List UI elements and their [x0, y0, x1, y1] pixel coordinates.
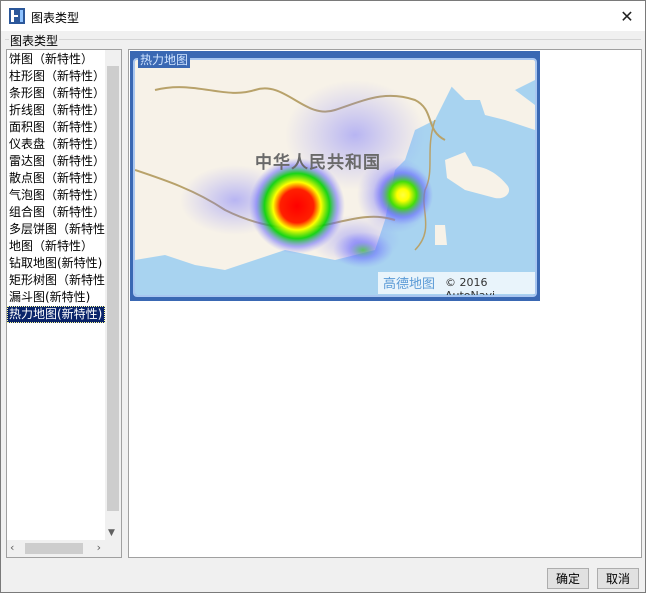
chart-type-item[interactable]: 组合图（新特性）	[7, 204, 105, 221]
group-divider	[5, 39, 641, 40]
map-country-label: 中华人民共和国	[255, 153, 381, 173]
chart-type-item[interactable]: 气泡图（新特性）	[7, 187, 105, 204]
heatmap-preview-card[interactable]: 中华人民共和国 高德地图 © 2016 AutoNavi 热力地图	[130, 51, 540, 301]
chart-type-item[interactable]: 面积图（新特性）	[7, 119, 105, 136]
chart-type-item[interactable]: 热力地图(新特性)	[7, 306, 105, 323]
cancel-button[interactable]: 取消	[597, 568, 639, 589]
preview-title: 热力地图	[138, 51, 191, 68]
chart-type-item[interactable]: 仪表盘（新特性）	[7, 136, 105, 153]
window-title: 图表类型	[31, 11, 80, 25]
chart-type-item[interactable]: 条形图（新特性）	[7, 85, 105, 102]
horizontal-scroll-thumb[interactable]	[25, 543, 83, 554]
ok-button[interactable]: 确定	[547, 568, 589, 589]
chart-type-item[interactable]: 钻取地图(新特性)	[7, 255, 105, 272]
map-provider-logo: 高德地图	[383, 277, 436, 292]
heat-map-image	[135, 60, 535, 295]
chart-type-items: 饼图（新特性） 柱形图（新特性） 条形图（新特性） 折线图（新特性） 面积图（新特性）仪…	[7, 51, 105, 323]
horizontal-scrollbar[interactable]: ‹ ›	[7, 540, 105, 557]
scrollbar-corner	[105, 540, 121, 557]
chart-type-item[interactable]: 雷达图（新特性）	[7, 153, 105, 170]
chevron-down-icon[interactable]: ▼	[108, 528, 115, 538]
close-button[interactable]: ✕	[615, 5, 639, 27]
preview-panel: 中华人民共和国 高德地图 © 2016 AutoNavi 热力地图	[128, 49, 642, 558]
chart-type-item[interactable]: 漏斗图(新特性)	[7, 289, 105, 306]
chart-type-item[interactable]: 矩形树图（新特性）	[7, 272, 105, 289]
chart-type-list[interactable]: 饼图（新特性） 柱形图（新特性） 条形图（新特性） 折线图（新特性） 面积图（新特性）仪…	[6, 49, 122, 558]
vertical-scrollbar[interactable]: ▼	[105, 50, 121, 540]
chart-type-item[interactable]: 饼图（新特性）	[7, 51, 105, 68]
chart-type-dialog: 图表类型 ✕ 图表类型 饼图（新特性） 柱形图（新特性） 条形图（新特性） 折线图（新…	[0, 0, 646, 593]
chevron-left-icon[interactable]: ‹	[10, 541, 14, 554]
map-copyright: © 2016 AutoNavi	[445, 276, 496, 297]
chart-type-item[interactable]: 多层饼图（新特性）	[7, 221, 105, 238]
chart-type-item[interactable]: 柱形图（新特性）	[7, 68, 105, 85]
close-icon: ✕	[620, 6, 634, 26]
chart-type-item[interactable]: 地图（新特性）	[7, 238, 105, 255]
title-bar: 图表类型 ✕	[1, 1, 645, 31]
chart-type-item[interactable]: 折线图（新特性）	[7, 102, 105, 119]
chevron-right-icon[interactable]: ›	[97, 541, 101, 554]
preview-frame: 中华人民共和国 高德地图 © 2016 AutoNavi	[133, 58, 537, 297]
chart-type-item[interactable]: 散点图（新特性）	[7, 170, 105, 187]
vertical-scroll-thumb[interactable]	[107, 66, 119, 511]
group-label: 图表类型	[9, 32, 60, 49]
app-logo-icon	[9, 8, 25, 24]
